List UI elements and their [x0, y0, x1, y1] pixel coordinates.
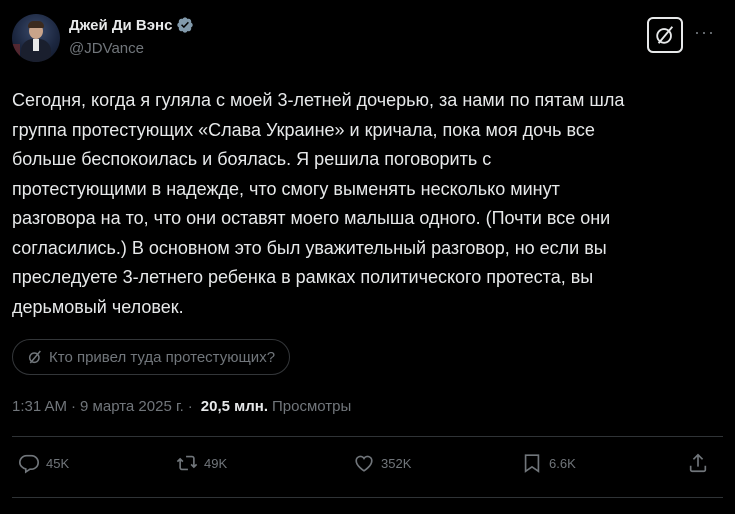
bookmark-button[interactable]: 6.6K: [521, 452, 576, 474]
reply-count: 45K: [46, 455, 70, 471]
author-handle[interactable]: @JDVance: [69, 40, 144, 57]
tweet-date[interactable]: 9 марта 2025 г.: [80, 398, 184, 415]
tweet-line: разговора на то, что они оставят моего м…: [12, 208, 611, 228]
tweet-line: преследуете 3-летнего ребенка в рамках п…: [12, 267, 594, 287]
tweet-time[interactable]: 1:31 AM: [12, 398, 67, 415]
grok-suggestion-button[interactable]: Кто привел туда протестующих?: [12, 339, 291, 375]
verified-badge-icon[interactable]: [176, 16, 194, 34]
tweet-header: Джей Ди Вэнс @JDVance ···: [12, 14, 723, 64]
avatar[interactable]: [12, 14, 60, 62]
tweet-line: группа протестующих «Слава Украине» и кр…: [12, 119, 595, 140]
more-icon[interactable]: ···: [694, 22, 715, 43]
tweet-line: дерьмовый человек.: [12, 296, 184, 317]
reply-icon: [19, 454, 39, 474]
share-icon: [689, 453, 707, 473]
meta-separator: ·: [187, 398, 193, 415]
repost-count: 49K: [204, 455, 228, 471]
repost-icon: [176, 455, 198, 471]
grok-icon: [656, 26, 674, 44]
avatar-shirt-shape: [33, 39, 39, 51]
tweet-line: Сегодня, когда я гуляла с моей 3-летней …: [12, 90, 625, 110]
name-row: Джей Ди Вэнс: [69, 16, 194, 34]
grok-icon: [28, 350, 41, 364]
like-button[interactable]: 352K: [353, 452, 411, 474]
grok-button[interactable]: [647, 17, 683, 53]
divider: [12, 497, 723, 498]
reply-button[interactable]: 45K: [18, 452, 69, 474]
views-label: Просмотры: [272, 398, 352, 415]
like-icon: [355, 455, 373, 472]
grok-suggestion-label: Кто привел туда протестующих?: [49, 348, 276, 366]
tweet-text: Сегодня, когда я гуляла с моей 3-летней …: [12, 86, 717, 322]
action-bar: 45K 49K 352K 6.6K: [12, 452, 723, 484]
tweet-line: согласились.) В основном это был уважите…: [12, 237, 607, 258]
bookmark-icon: [524, 454, 540, 473]
tweet-line: протестующими в надежде, что смогу вымен…: [12, 178, 560, 199]
meta-separator: ·: [71, 398, 77, 415]
views-count: 20,5 млн.: [200, 398, 268, 415]
avatar-flag-shape: [12, 44, 20, 62]
bookmark-count: 6.6K: [549, 455, 576, 471]
tweet-line: больше беспокоилась и боялась. Я решила …: [12, 149, 492, 169]
author-display-name[interactable]: Джей Ди Вэнс: [69, 17, 172, 34]
share-button[interactable]: [687, 452, 715, 474]
like-count: 352K: [381, 455, 412, 471]
avatar-hair-shape: [28, 21, 44, 28]
divider: [12, 436, 723, 437]
tweet-meta: 1:31 AM · 9 марта 2025 г. · 20,5 млн. Пр…: [12, 398, 351, 415]
repost-button[interactable]: 49K: [176, 452, 227, 474]
